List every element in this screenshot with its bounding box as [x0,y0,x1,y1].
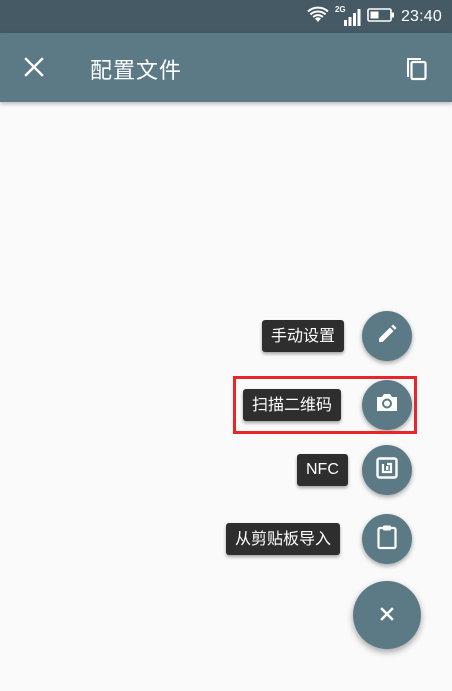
fab-menu-item-manual[interactable]: 手动设置 [0,311,452,361]
copy-button[interactable] [396,49,436,89]
fab-menu-item-clipboard[interactable]: 从剪贴板导入 [0,514,452,564]
app-toolbar: 配置文件 [0,33,452,102]
clipboard-icon [376,524,398,554]
fab-scan-qr-button[interactable] [362,380,412,430]
close-icon [24,57,44,81]
page-title: 配置文件 [90,59,183,84]
pencil-icon [376,323,398,349]
close-icon [380,606,394,625]
fab-menu-item-scan-qr[interactable]: 扫描二维码 [0,380,452,430]
wifi-icon [307,6,329,28]
signal-icon: 2G [335,5,361,27]
status-bar: 2G 23:40 [0,0,452,33]
battery-icon [367,7,395,26]
copy-icon [404,53,428,85]
camera-icon [375,392,399,418]
fab-main-close-button[interactable] [353,581,421,649]
fab-nfc-button[interactable] [362,445,412,495]
fab-manual-button[interactable] [362,311,412,361]
fab-menu-item-nfc[interactable]: NFC [0,445,452,495]
clock: 23:40 [400,7,442,25]
nfc-icon [375,456,399,484]
fab-label-clipboard[interactable]: 从剪贴板导入 [226,523,341,555]
fab-label-manual[interactable]: 手动设置 [262,320,345,352]
fab-label-scan-qr[interactable]: 扫描二维码 [243,389,342,421]
fab-label-nfc[interactable]: NFC [297,454,348,486]
fab-clipboard-button[interactable] [362,514,412,564]
status-icons: 2G 23:40 [307,0,442,33]
close-button[interactable] [14,49,54,89]
